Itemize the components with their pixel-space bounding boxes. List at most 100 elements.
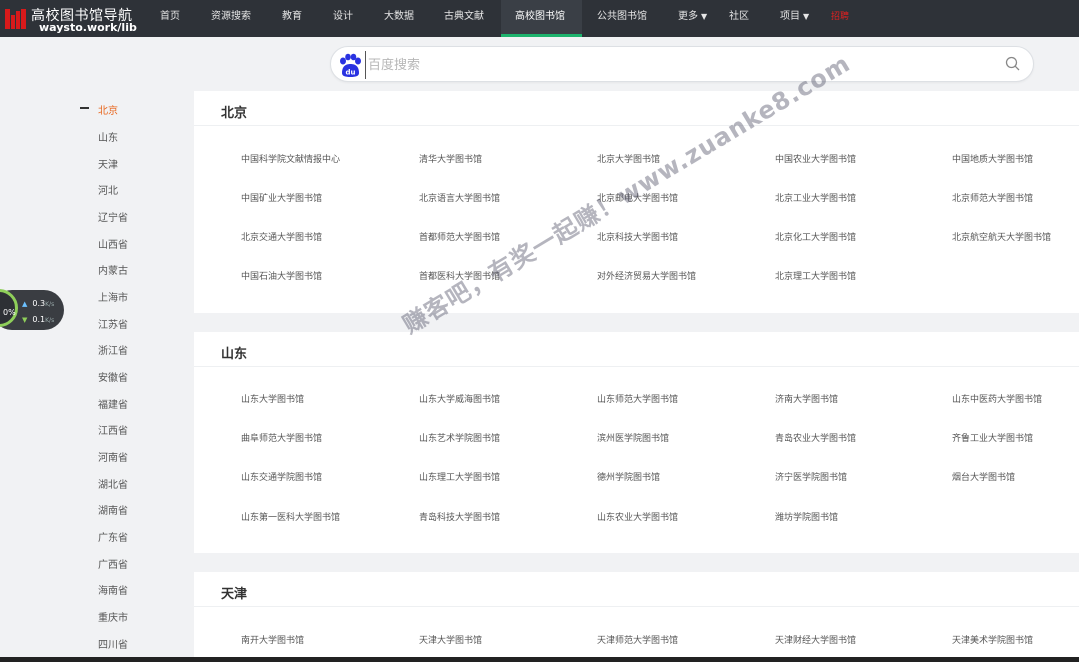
sidebar-province-liaoning[interactable]: 辽宁省: [98, 209, 128, 224]
library-link[interactable]: 北京大学图书馆: [597, 152, 660, 165]
library-link[interactable]: 北京语言大学图书馆: [419, 191, 500, 204]
library-link[interactable]: 北京师范大学图书馆: [952, 191, 1033, 204]
library-link[interactable]: 中国地质大学图书馆: [952, 152, 1033, 165]
library-link[interactable]: 中国石油大学图书馆: [241, 269, 322, 282]
nav-public-library[interactable]: 公共图书馆: [597, 0, 647, 37]
section-title: 山东: [221, 347, 248, 362]
sidebar-province-shandong[interactable]: 山东: [98, 129, 118, 144]
download-arrow-icon: ▼: [22, 316, 28, 324]
nav-active-indicator: [501, 34, 582, 37]
library-link[interactable]: 北京理工大学图书馆: [775, 269, 856, 282]
library-link[interactable]: 首都师范大学图书馆: [419, 230, 500, 243]
sidebar-province-anhui[interactable]: 安徽省: [98, 369, 128, 384]
speed-percent-unit: %: [8, 308, 16, 317]
library-link[interactable]: 首都医科大学图书馆: [419, 269, 500, 282]
download-speed-unit: K/s: [45, 317, 55, 324]
library-link[interactable]: 天津大学图书馆: [419, 633, 482, 646]
library-link[interactable]: 北京交通大学图书馆: [241, 230, 322, 243]
sidebar-province-sichuan[interactable]: 四川省: [98, 636, 128, 651]
library-link[interactable]: 山东师范大学图书馆: [597, 392, 678, 405]
library-link[interactable]: 济宁医学院图书馆: [775, 470, 847, 483]
sidebar-province-hunan[interactable]: 湖南省: [98, 502, 128, 517]
search-icon[interactable]: [1004, 55, 1022, 73]
sidebar-province-beijing[interactable]: 北京: [98, 102, 118, 117]
upload-speed-unit: K/s: [45, 301, 55, 308]
library-link[interactable]: 潍坊学院图书馆: [775, 510, 838, 523]
search-box: du: [330, 46, 1034, 82]
sidebar-province-neimenggu[interactable]: 内蒙古: [98, 262, 128, 277]
search-input[interactable]: [365, 51, 990, 79]
sidebar-province-zhejiang[interactable]: 浙江省: [98, 342, 128, 357]
library-link[interactable]: 滨州医学院图书馆: [597, 431, 669, 444]
sidebar-province-hainan[interactable]: 海南省: [98, 582, 128, 597]
library-link[interactable]: 天津师范大学图书馆: [597, 633, 678, 646]
sidebar-province-henan[interactable]: 河南省: [98, 449, 128, 464]
sidebar-province-hebei[interactable]: 河北: [98, 182, 118, 197]
nav-projects[interactable]: 项目 ▼: [780, 0, 809, 37]
section-divider: [194, 125, 1079, 126]
sidebar-province-tianjin[interactable]: 天津: [98, 156, 118, 171]
library-link[interactable]: 清华大学图书馆: [419, 152, 482, 165]
library-link[interactable]: 青岛科技大学图书馆: [419, 510, 500, 523]
section-title: 天津: [221, 587, 248, 602]
nav-home[interactable]: 首页: [160, 0, 180, 37]
active-province-marker: [80, 107, 89, 109]
bottom-edge: [0, 657, 1079, 662]
library-link[interactable]: 南开大学图书馆: [241, 633, 304, 646]
sidebar-province-shanghai[interactable]: 上海市: [98, 289, 128, 304]
nav-education[interactable]: 教育: [282, 0, 302, 37]
sidebar-province-jiangsu[interactable]: 江苏省: [98, 316, 128, 331]
library-link[interactable]: 中国科学院文献情报中心: [241, 152, 340, 165]
library-link[interactable]: 天津美术学院图书馆: [952, 633, 1033, 646]
nav-community[interactable]: 社区: [729, 0, 749, 37]
nav-jobs[interactable]: 招聘: [831, 0, 849, 37]
library-link[interactable]: 山东第一医科大学图书馆: [241, 510, 340, 523]
section-card-tianjin: 天津: [194, 572, 1079, 662]
nav-classical-literature[interactable]: 古典文献: [444, 0, 484, 37]
download-speed: ▼ 0.1K/s: [22, 315, 54, 324]
library-link[interactable]: 济南大学图书馆: [775, 392, 838, 405]
sidebar-province-guangxi[interactable]: 广西省: [98, 556, 128, 571]
library-link[interactable]: 山东农业大学图书馆: [597, 510, 678, 523]
library-link[interactable]: 北京科技大学图书馆: [597, 230, 678, 243]
library-link[interactable]: 天津财经大学图书馆: [775, 633, 856, 646]
logo-subtitle: waysto.work/lib: [39, 21, 137, 34]
svg-text:du: du: [346, 69, 356, 77]
library-link[interactable]: 齐鲁工业大学图书馆: [952, 431, 1033, 444]
sidebar-province-hubei[interactable]: 湖北省: [98, 476, 128, 491]
nav-more-label: 更多: [678, 11, 698, 22]
section-divider: [194, 606, 1079, 607]
library-link[interactable]: 北京邮电大学图书馆: [597, 191, 678, 204]
library-link[interactable]: 中国矿业大学图书馆: [241, 191, 322, 204]
caret-down-icon: ▼: [803, 12, 810, 21]
library-link[interactable]: 烟台大学图书馆: [952, 470, 1015, 483]
top-navbar: 高校图书馆导航 waysto.work/lib 首页 资源搜索 教育 设计 大数…: [0, 0, 1079, 37]
nav-design[interactable]: 设计: [333, 0, 353, 37]
sidebar-province-fujian[interactable]: 福建省: [98, 396, 128, 411]
sidebar-province-jiangxi[interactable]: 江西省: [98, 422, 128, 437]
library-link[interactable]: 山东大学图书馆: [241, 392, 304, 405]
nav-more[interactable]: 更多 ▼: [678, 0, 707, 37]
library-link[interactable]: 北京航空航天大学图书馆: [952, 230, 1051, 243]
sidebar-province-guangdong[interactable]: 广东省: [98, 529, 128, 544]
nav-big-data[interactable]: 大数据: [384, 0, 414, 37]
nav-projects-label: 项目: [780, 11, 800, 22]
library-link[interactable]: 曲阜师范大学图书馆: [241, 431, 322, 444]
library-link[interactable]: 对外经济贸易大学图书馆: [597, 269, 696, 282]
library-link[interactable]: 青岛农业大学图书馆: [775, 431, 856, 444]
library-link[interactable]: 北京工业大学图书馆: [775, 191, 856, 204]
library-link[interactable]: 山东大学威海图书馆: [419, 392, 500, 405]
sidebar-province-chongqing[interactable]: 重庆市: [98, 609, 128, 624]
library-link[interactable]: 中国农业大学图书馆: [775, 152, 856, 165]
nav-resource-search[interactable]: 资源搜索: [211, 0, 251, 37]
library-link[interactable]: 山东中医药大学图书馆: [952, 392, 1042, 405]
nav-university-library[interactable]: 高校图书馆: [515, 0, 565, 37]
library-link[interactable]: 北京化工大学图书馆: [775, 230, 856, 243]
upload-speed: ▲ 0.3K/s: [22, 299, 54, 308]
section-divider: [194, 366, 1079, 367]
sidebar-province-shanxi[interactable]: 山西省: [98, 236, 128, 251]
library-link[interactable]: 德州学院图书馆: [597, 470, 660, 483]
library-link[interactable]: 山东交通学院图书馆: [241, 470, 322, 483]
library-link[interactable]: 山东艺术学院图书馆: [419, 431, 500, 444]
library-link[interactable]: 山东理工大学图书馆: [419, 470, 500, 483]
